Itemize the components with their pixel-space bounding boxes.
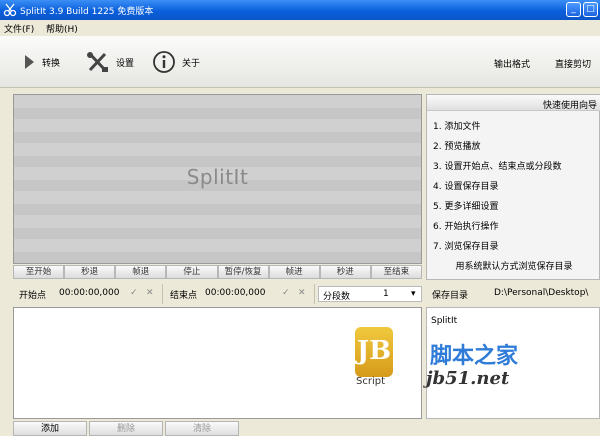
save-directory-field[interactable]: D:\Personal\Desktop\ (494, 288, 588, 298)
convert-button[interactable]: 转换 (22, 50, 60, 74)
quick-guide-title: 快速使用向导 (542, 101, 597, 111)
segments-label: 分段数 (323, 292, 351, 302)
end-point-field[interactable]: 00:00:00,000 (205, 288, 265, 298)
segments-value: 1 (383, 289, 389, 299)
chevron-down-icon: ▾ (411, 289, 416, 299)
guide-step[interactable]: 5. 更多详细设置 (433, 199, 498, 212)
playback-controls: 至开始 秒退 帧退 停止 暂停/恢复 帧进 秒进 至结束 (13, 265, 422, 279)
frame-forward-button[interactable]: 帧进 (268, 265, 320, 279)
guide-step[interactable]: 6. 开始执行操作 (433, 219, 498, 232)
maximize-icon: □ (586, 4, 595, 14)
direct-cut-button[interactable]: 直接剪切 (555, 57, 591, 70)
watermark-logo: JB (355, 327, 393, 377)
stop-button[interactable]: 停止 (166, 265, 218, 279)
second-forward-button[interactable]: 秒进 (319, 265, 371, 279)
watermark-script: Script (356, 376, 386, 387)
title-bar: SplitIt 3.9 Build 1225 免费版本 _ □ (0, 0, 600, 20)
video-preview: SplitIt (13, 94, 422, 264)
time-settings-row: 开始点 00:00:00,000 ✓ ✕ 结束点 00:00:00,000 ✓ … (13, 284, 422, 304)
bottom-actions: 添加 删除 清除 (13, 421, 600, 436)
settings-label: 设置 (116, 58, 135, 69)
about-label: 关于 (182, 58, 201, 69)
guide-step[interactable]: 1. 添加文件 (433, 119, 480, 132)
tools-icon (87, 52, 108, 72)
save-directory-row: 保存目录 D:\Personal\Desktop\ (426, 284, 600, 304)
check-icon[interactable]: ✓ (282, 288, 290, 298)
output-format-button[interactable]: 输出格式 (494, 57, 530, 70)
menu-bar: 文件(F) 帮助(H) (0, 20, 600, 36)
quick-guide-header: 快速使用向导 (427, 95, 600, 111)
watermark-title: 脚本之家 (430, 344, 519, 369)
go-to-start-button[interactable]: 至开始 (13, 265, 65, 279)
start-point-field[interactable]: 00:00:00,000 (59, 288, 119, 298)
settings-button[interactable]: 设置 (86, 50, 134, 74)
close-icon[interactable]: ✕ (146, 288, 154, 298)
guide-step[interactable]: 2. 预览播放 (433, 139, 480, 152)
add-button[interactable]: 添加 (13, 421, 87, 436)
preview-logo: SplitIt (186, 165, 249, 189)
quick-guide-panel: 快速使用向导 1. 添加文件 2. 预览播放 3. 设置开始点、结束点或分段数 … (426, 94, 600, 280)
close-icon[interactable]: ✕ (298, 288, 306, 298)
play-icon (25, 55, 34, 69)
delete-button[interactable]: 删除 (89, 421, 163, 436)
frame-back-button[interactable]: 帧退 (115, 265, 167, 279)
info-icon (153, 51, 175, 73)
check-icon[interactable]: ✓ (130, 288, 138, 298)
divider (162, 284, 163, 304)
guide-step[interactable]: 4. 设置保存目录 (433, 179, 498, 192)
menu-file[interactable]: 文件(F) (4, 22, 34, 35)
window-title: SplitIt 3.9 Build 1225 免费版本 (20, 7, 154, 17)
browse-default-link[interactable]: 用系统默认方式浏览保存目录 (427, 259, 600, 272)
clear-button[interactable]: 清除 (165, 421, 239, 436)
about-button[interactable]: 关于 (152, 50, 200, 74)
menu-help[interactable]: 帮助(H) (46, 22, 78, 35)
save-directory-label: 保存目录 (432, 291, 469, 301)
minimize-icon: _ (571, 4, 576, 14)
end-point-label: 结束点 (170, 291, 198, 301)
info-title: SplitIt (431, 316, 458, 326)
start-point-label: 开始点 (19, 291, 47, 301)
convert-label: 转换 (42, 58, 61, 69)
scissors-app-icon (3, 3, 17, 17)
segments-select[interactable]: 分段数 1 ▾ (318, 286, 422, 302)
second-back-button[interactable]: 秒退 (64, 265, 116, 279)
maximize-button[interactable]: □ (583, 2, 598, 17)
guide-step[interactable]: 7. 浏览保存目录 (433, 239, 498, 252)
pause-resume-button[interactable]: 暂停/恢复 (217, 265, 269, 279)
go-to-end-button[interactable]: 至结束 (370, 265, 422, 279)
divider (314, 284, 315, 304)
toolbar: 转换 设置 关于 输出格式 直接剪切 (0, 36, 600, 88)
watermark-url: jb51.net (426, 368, 510, 389)
guide-step[interactable]: 3. 设置开始点、结束点或分段数 (433, 159, 561, 172)
minimize-button[interactable]: _ (566, 2, 581, 17)
